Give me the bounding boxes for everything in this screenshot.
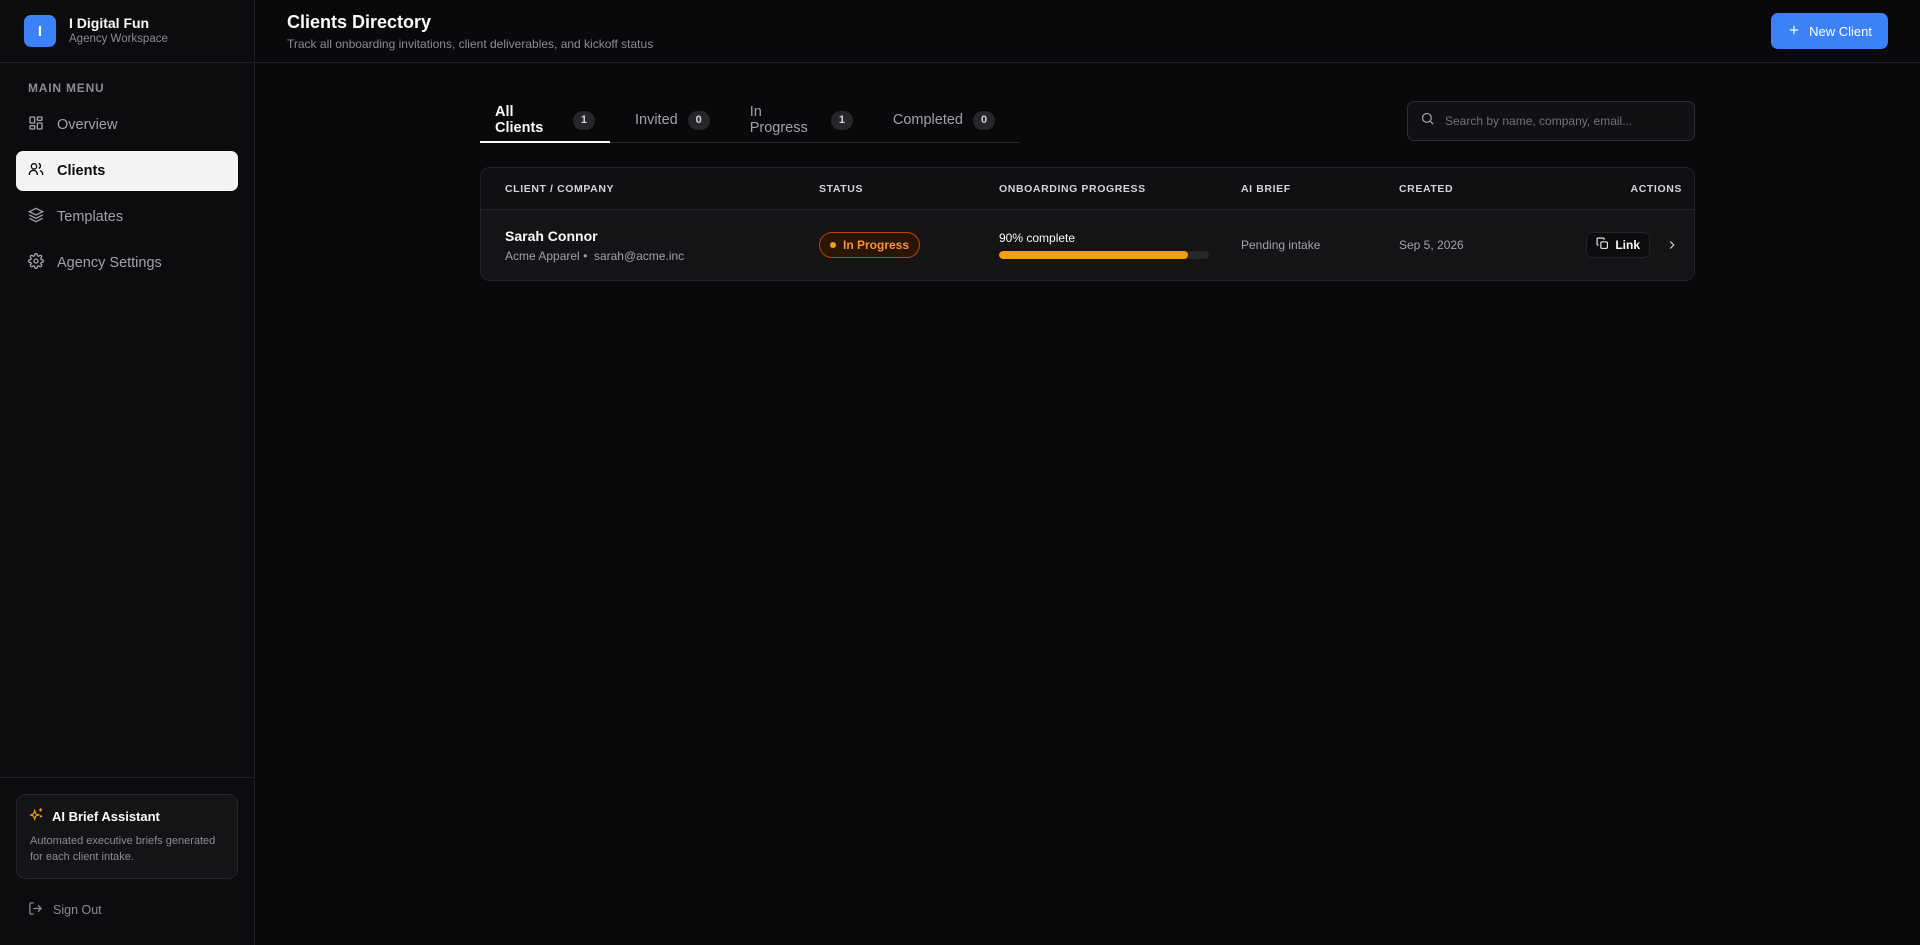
- sidebar-item-label: Clients: [57, 163, 106, 179]
- copy-link-button[interactable]: Link: [1586, 232, 1650, 258]
- main-menu-title: MAIN MENU: [28, 81, 105, 95]
- client-meta: Acme Apparel • sarah@acme.inc: [505, 248, 685, 263]
- status-label: In Progress: [843, 238, 910, 252]
- sidebar-item-templates[interactable]: Templates: [16, 197, 238, 237]
- table-row[interactable]: Sarah Connor Acme Apparel • sarah@acme.i…: [481, 210, 1694, 280]
- column-header: ACTIONS: [1630, 182, 1682, 195]
- ai-card-title: AI Brief Assistant: [52, 809, 160, 824]
- grid-icon: [28, 115, 44, 135]
- sign-out-button[interactable]: Sign Out: [16, 879, 238, 945]
- gear-icon: [28, 253, 44, 273]
- tab-all-clients[interactable]: All Clients 1: [480, 99, 610, 143]
- column-header: CREATED: [1399, 182, 1454, 195]
- chevron-right-icon[interactable]: [1662, 235, 1682, 255]
- search-icon: [1420, 111, 1435, 131]
- sidebar-item-clients[interactable]: Clients: [16, 151, 238, 191]
- created-date: Sep 5, 2026: [1399, 238, 1464, 252]
- ai-card-description: Automated executive briefs generated for…: [30, 835, 216, 863]
- new-client-label: New Client: [1809, 23, 1872, 39]
- sidebar-item-label: Overview: [57, 117, 118, 133]
- log-out-icon: [28, 901, 43, 919]
- sidebar-item-overview[interactable]: Overview: [16, 105, 238, 145]
- sign-out-label: Sign Out: [53, 903, 102, 917]
- tab-invited[interactable]: Invited 0: [620, 99, 725, 143]
- page-title: Clients Directory: [287, 12, 432, 32]
- status-cell: In Progress: [819, 232, 999, 258]
- clients-content: All Clients 1 Invited 0 In Progress 1 Co…: [480, 63, 1695, 281]
- tab-count: 1: [830, 110, 853, 130]
- search-input[interactable]: [1445, 114, 1682, 128]
- progress-cell: 90% complete: [999, 231, 1241, 259]
- brand-subtitle: Agency Workspace: [69, 33, 168, 45]
- copy-icon: [1596, 237, 1609, 253]
- progress-label: 90% complete: [999, 231, 1076, 245]
- sidebar-footer: AI Brief Assistant Automated executive b…: [0, 777, 254, 945]
- tab-in-progress[interactable]: In Progress 1: [735, 99, 868, 143]
- row-actions: Link: [1559, 232, 1682, 258]
- layers-icon: [27, 207, 45, 227]
- column-header: ONBOARDING PROGRESS: [999, 182, 1146, 195]
- plus-icon: [1787, 23, 1801, 40]
- page-header: Clients Directory Track all onboarding i…: [255, 0, 1920, 63]
- column-header: CLIENT / COMPANY: [505, 182, 615, 195]
- tab-label: Completed: [892, 112, 963, 128]
- page-subtitle: Track all onboarding invitations, client…: [287, 37, 654, 51]
- tab-label: All Clients: [495, 104, 544, 136]
- brand-logo: I: [24, 15, 56, 47]
- tab-count: 1: [572, 110, 595, 130]
- sidebar-nav: Overview Clients Templates Agency Settin…: [0, 105, 254, 283]
- table-header: CLIENT / COMPANY STATUS ONBOARDING PROGR…: [481, 168, 1694, 210]
- copy-link-label: Link: [1615, 238, 1640, 252]
- tab-count: 0: [687, 110, 710, 130]
- status-badge: In Progress: [819, 232, 921, 258]
- progress-fill: [999, 251, 1188, 259]
- clients-table: CLIENT / COMPANY STATUS ONBOARDING PROGR…: [480, 167, 1695, 281]
- brand-header: I I Digital Fun Agency Workspace: [0, 0, 254, 63]
- users-icon: [28, 161, 44, 181]
- client-cell: Sarah Connor Acme Apparel • sarah@acme.i…: [505, 228, 819, 263]
- brand-name: I Digital Fun: [69, 15, 150, 31]
- sidebar-item-label: Templates: [57, 209, 124, 225]
- client-email: sarah@acme.inc: [593, 248, 685, 263]
- ai-brief-status: Pending intake: [1241, 238, 1321, 252]
- main-area: Clients Directory Track all onboarding i…: [255, 0, 1920, 945]
- client-name: Sarah Connor: [505, 227, 598, 244]
- column-header: AI BRIEF: [1241, 182, 1291, 195]
- status-tabs: All Clients 1 Invited 0 In Progress 1 Co…: [480, 99, 1020, 143]
- tab-label: Invited: [634, 112, 678, 128]
- client-company: Acme Apparel: [505, 248, 580, 263]
- column-header: STATUS: [819, 182, 864, 195]
- search-box: [1407, 101, 1695, 141]
- tab-completed[interactable]: Completed 0: [878, 99, 1010, 143]
- status-dot: [830, 242, 836, 248]
- tab-label: In Progress: [749, 104, 808, 136]
- sparkles-icon: [28, 807, 44, 826]
- progress-bar: [999, 251, 1209, 259]
- ai-brief-card: AI Brief Assistant Automated executive b…: [16, 794, 238, 879]
- sidebar-item-agency-settings[interactable]: Agency Settings: [16, 243, 238, 283]
- tab-count: 0: [973, 110, 995, 130]
- toolbar: All Clients 1 Invited 0 In Progress 1 Co…: [480, 99, 1695, 143]
- app-root: I I Digital Fun Agency Workspace MAIN ME…: [0, 0, 1920, 945]
- new-client-button[interactable]: New Client: [1771, 13, 1888, 49]
- sidebar: I I Digital Fun Agency Workspace MAIN ME…: [0, 0, 255, 945]
- sidebar-item-label: Agency Settings: [57, 255, 162, 271]
